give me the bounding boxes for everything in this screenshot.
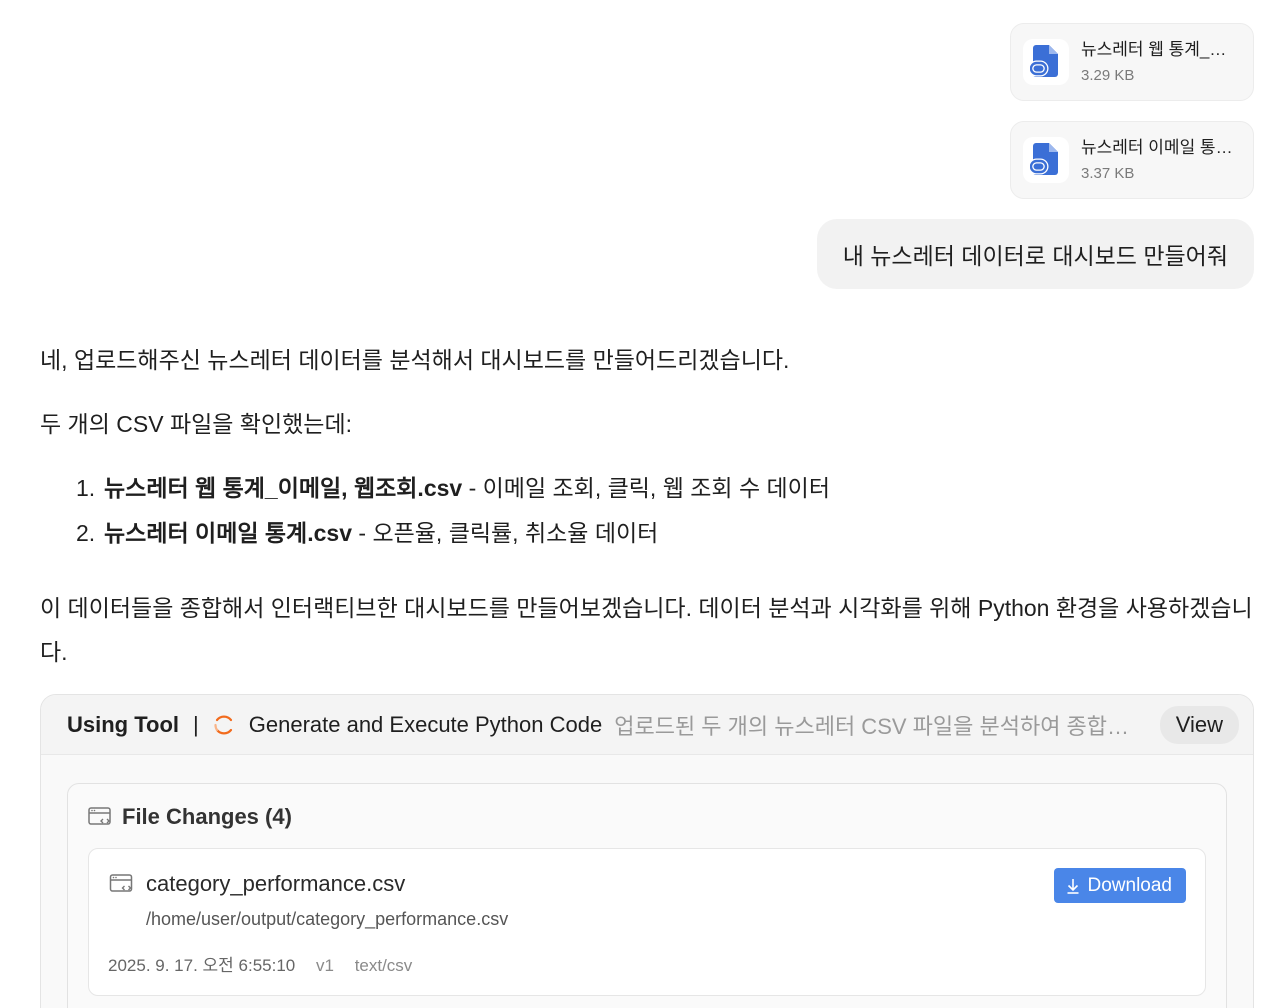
download-button[interactable]: Download xyxy=(1053,868,1186,903)
list-item: 2. 뉴스레터 이메일 통계.csv - 오픈율, 클릭률, 취소율 데이터 xyxy=(76,511,830,556)
file-changes-header: File Changes (4) xyxy=(88,804,292,830)
tool-header[interactable]: Using Tool | Generate and Execute Python… xyxy=(41,695,1253,755)
tool-panel: Using Tool | Generate and Execute Python… xyxy=(40,694,1254,1008)
list-number: 2. xyxy=(76,520,96,546)
file-mime-type: text/csv xyxy=(354,956,413,975)
list-item-bold: 뉴스레터 이메일 통계.csv xyxy=(104,520,352,546)
user-message-bubble: 내 뉴스레터 데이터로 대시보드 만들어줘 xyxy=(816,219,1254,289)
assistant-paragraph: 네, 업로드해주신 뉴스레터 데이터를 분석해서 대시보드를 만들어드리겠습니다… xyxy=(40,347,790,373)
code-window-icon xyxy=(88,807,111,825)
header-separator: | xyxy=(193,711,199,737)
file-list: 1. 뉴스레터 웹 통계_이메일, 웹조회.csv - 이메일 조회, 클릭, 웹… xyxy=(76,466,830,556)
attachment-name: 뉴스레터 이메일 통계.csv xyxy=(1081,138,1241,157)
attachment-size: 3.37 KB xyxy=(1081,165,1135,182)
download-label: Download xyxy=(1087,874,1173,896)
using-tool-label: Using Tool xyxy=(67,711,180,737)
list-number: 1. xyxy=(76,475,96,501)
file-changes-title: File Changes (4) xyxy=(122,804,292,829)
file-name: category_performance.csv xyxy=(146,871,406,896)
attachment-card[interactable]: 뉴스레터 웹 통계_이메일, 웹조회.csv 3.29 KB xyxy=(1010,23,1254,101)
file-meta: 2025. 9. 17. 오전 6:55:10 v1 text/csv xyxy=(108,951,428,976)
tool-name: Generate and Execute Python Code xyxy=(248,711,603,737)
loading-spinner-icon xyxy=(214,715,232,734)
download-arrow-icon xyxy=(1067,878,1078,894)
view-button[interactable]: View xyxy=(1159,705,1239,744)
tool-description: 업로드된 두 개의 뉴스레터 CSV 파일을 분석하여 종합적인 대시보드를 만… xyxy=(614,713,1144,739)
list-item-bold: 뉴스레터 웹 통계_이메일, 웹조회.csv xyxy=(104,475,463,501)
code-window-icon xyxy=(109,874,133,892)
file-timestamp: 2025. 9. 17. 오전 6:55:10 xyxy=(108,956,296,975)
assistant-paragraph: 두 개의 CSV 파일을 확인했는데: xyxy=(40,411,353,437)
list-item-text: - 이메일 조회, 클릭, 웹 조회 수 데이터 xyxy=(462,475,831,501)
file-change-card: category_performance.csv /home/user/outp… xyxy=(88,848,1206,996)
file-link-icon xyxy=(1023,137,1069,183)
list-item: 1. 뉴스레터 웹 통계_이메일, 웹조회.csv - 이메일 조회, 클릭, 웹… xyxy=(76,466,830,511)
assistant-paragraph: 이 데이터들을 종합해서 인터랙티브한 대시보드를 만들어보겠습니다. 데이터 … xyxy=(40,595,1253,665)
list-item-text: - 오픈율, 클릭률, 취소율 데이터 xyxy=(352,520,659,546)
file-link-icon xyxy=(1023,39,1069,85)
file-path: /home/user/output/category_performance.c… xyxy=(146,909,509,929)
chat-page: 뉴스레터 웹 통계_이메일, 웹조회.csv 3.29 KB 뉴스레터 이메일 … xyxy=(0,0,1276,1008)
file-version: v1 xyxy=(315,956,334,975)
attachment-card[interactable]: 뉴스레터 이메일 통계.csv 3.37 KB xyxy=(1010,121,1254,199)
attachment-name: 뉴스레터 웹 통계_이메일, 웹조회.csv xyxy=(1081,40,1241,59)
attachment-size: 3.29 KB xyxy=(1081,67,1135,84)
file-changes-panel: File Changes (4) category_performance.cs… xyxy=(67,783,1227,1008)
